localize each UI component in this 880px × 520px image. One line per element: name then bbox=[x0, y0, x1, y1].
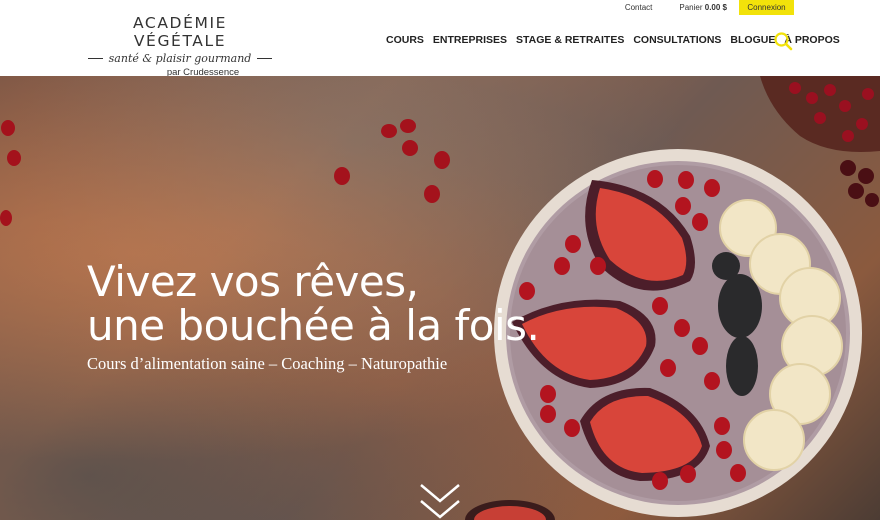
nav-item-stage-retraites[interactable]: STAGE & RETRAITES bbox=[516, 34, 624, 46]
logo-title: ACADÉMIE VÉGÉTALE bbox=[132, 14, 228, 50]
hero-headline-line2: une bouchée à la fois. bbox=[87, 301, 540, 350]
nav-item-blogue[interactable]: BLOGUE bbox=[730, 34, 775, 46]
login-button[interactable]: Connexion bbox=[739, 0, 794, 15]
utility-bar: Contact Panier 0.00 $ Connexion bbox=[625, 0, 794, 15]
logo-divider-left bbox=[88, 58, 103, 59]
nav-item-consultations[interactable]: CONSULTATIONS bbox=[633, 34, 721, 46]
cart-amount: 0.00 $ bbox=[704, 3, 727, 12]
site-header: ACADÉMIE VÉGÉTALE santé & plaisir gourma… bbox=[0, 0, 880, 78]
nav-item-cours[interactable]: COURS bbox=[386, 34, 424, 46]
logo-tagline: santé & plaisir gourmand bbox=[108, 52, 252, 65]
hero-text: Vivez vos rêves, une bouchée à la fois. … bbox=[87, 257, 540, 374]
logo[interactable]: ACADÉMIE VÉGÉTALE santé & plaisir gourma… bbox=[88, 14, 272, 78]
search-icon[interactable] bbox=[773, 31, 793, 51]
hero-banner: Vivez vos rêves, une bouchée à la fois. … bbox=[0, 76, 880, 520]
contact-link[interactable]: Contact bbox=[625, 3, 653, 12]
chevron-down-icon[interactable] bbox=[418, 481, 462, 520]
logo-divider-right bbox=[257, 58, 272, 59]
hero-subtitle: Cours d’alimentation saine – Coaching – … bbox=[87, 354, 448, 373]
cart-link[interactable]: Panier 0.00 $ bbox=[679, 3, 727, 12]
logo-tagline-row: santé & plaisir gourmand bbox=[88, 52, 272, 65]
nav-item-entreprises[interactable]: ENTREPRISES bbox=[433, 34, 507, 46]
cart-label: Panier bbox=[679, 3, 703, 12]
hero-headline-line1: Vivez vos rêves, bbox=[87, 257, 419, 306]
